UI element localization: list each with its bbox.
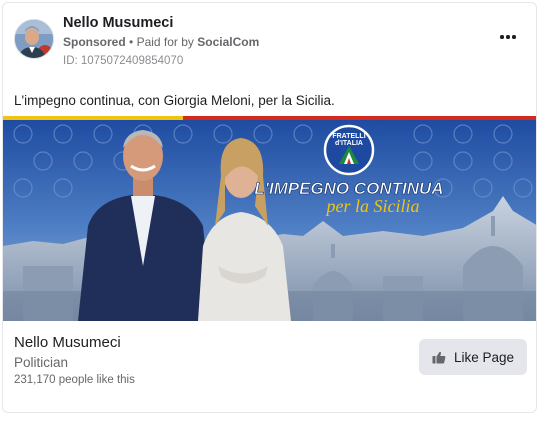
paid-for-prefix: Paid for by	[136, 35, 194, 49]
post-body-text: L'impegno continua, con Giorgia Meloni, …	[14, 93, 335, 108]
party-name-line1: FRATELLI	[332, 133, 365, 140]
thumbs-up-icon	[432, 351, 446, 363]
ad-id: ID: 1075072409854070	[63, 55, 184, 67]
page-name[interactable]: Nello Musumeci	[63, 15, 173, 31]
slogan-script-text: per la Sicilia	[325, 196, 420, 216]
paid-for-by-name[interactable]: SocialCom	[197, 35, 259, 49]
page-avatar[interactable]	[14, 19, 54, 59]
more-options-button[interactable]	[494, 27, 522, 47]
like-page-button[interactable]: Like Page	[419, 339, 527, 375]
meta-separator: •	[129, 35, 134, 49]
avatar-portrait	[15, 20, 53, 58]
sponsored-line: Sponsored • Paid for by SocialCom	[63, 35, 259, 49]
footer-like-count: 231,170 people like this	[14, 374, 135, 386]
ad-creative-image[interactable]: FRATELLI d'ITALIA L'IMPEGNO CONTINUA per…	[3, 116, 536, 321]
campaign-banner: FRATELLI d'ITALIA L'IMPEGNO CONTINUA per…	[3, 116, 536, 321]
more-options-icon	[500, 35, 504, 39]
ad-card: Nello Musumeci Sponsored • Paid for by S…	[2, 2, 537, 413]
footer-page-category: Politician	[14, 355, 69, 370]
party-name-line2: d'ITALIA	[335, 140, 363, 147]
footer-page-name[interactable]: Nello Musumeci	[14, 334, 121, 351]
like-page-label: Like Page	[453, 349, 515, 365]
sponsored-label: Sponsored	[63, 35, 126, 49]
